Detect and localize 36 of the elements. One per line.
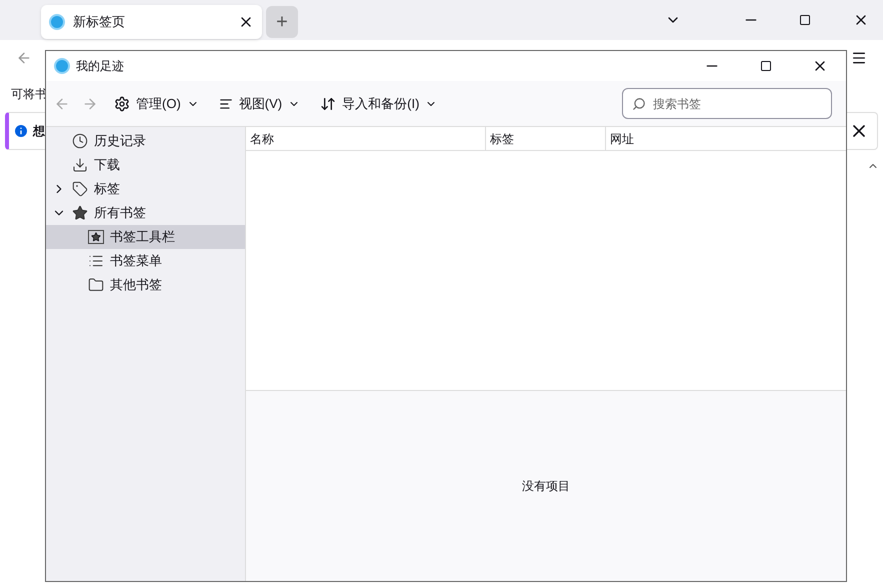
view-list-icon — [218, 96, 233, 110]
maximize-icon[interactable] — [760, 60, 772, 72]
sidebar-item[interactable]: 其他书签 — [46, 273, 245, 297]
sidebar-item[interactable]: 下载 — [46, 153, 245, 177]
empty-message: 没有项目 — [522, 478, 570, 495]
tag-icon — [72, 181, 88, 197]
sidebar-item[interactable]: 标签 — [46, 177, 245, 201]
window-title: 我的足迹 — [76, 58, 125, 75]
sidebar-item[interactable]: 书签菜单 — [46, 249, 245, 273]
sidebar-item[interactable]: 历史记录 — [46, 129, 245, 153]
search-field[interactable]: 搜索书签 — [622, 88, 832, 119]
settings-icon — [114, 96, 130, 112]
info-icon — [13, 123, 29, 139]
browser-tab[interactable]: 新标签页 — [41, 5, 262, 39]
column-header[interactable]: 标签 — [486, 127, 606, 150]
toolbar-menu-button[interactable]: 视图(V) — [214, 94, 304, 114]
maximize-icon[interactable] — [799, 14, 811, 26]
sort-arrows-icon — [320, 96, 336, 112]
menu-icon[interactable] — [851, 50, 867, 66]
notification-text: 想 — [33, 123, 45, 140]
sidebar-item[interactable]: 所有书签 — [46, 201, 245, 225]
back-icon[interactable] — [16, 50, 32, 66]
new-tab-button[interactable]: + — [266, 6, 298, 38]
browser-logo-icon — [49, 14, 65, 30]
toolbar-menu-button[interactable]: 导入和备份(I) — [316, 94, 442, 114]
search-icon — [632, 97, 646, 111]
app-logo-icon — [54, 58, 70, 74]
download-icon — [72, 157, 88, 173]
column-header[interactable]: 名称 — [246, 127, 486, 150]
folder-icon — [88, 277, 104, 293]
column-header[interactable]: 网址 — [606, 127, 846, 150]
clock-icon — [72, 133, 88, 149]
bookmark-toolbar-icon — [88, 230, 104, 244]
toolbar-menu-button[interactable]: 管理(O) — [110, 94, 203, 114]
sidebar-item[interactable]: 书签工具栏 — [46, 225, 245, 249]
star-icon — [72, 205, 88, 221]
